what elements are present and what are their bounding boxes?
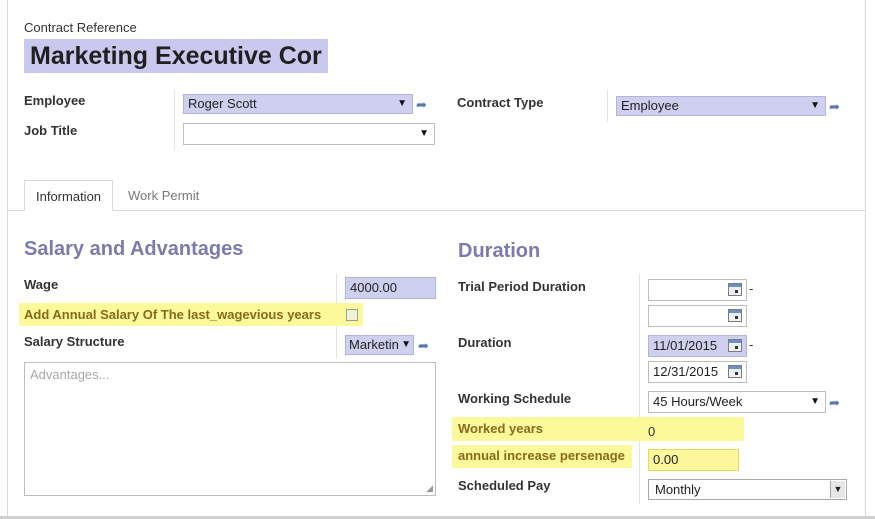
date-range-separator: -: [749, 281, 754, 296]
contract-type-select[interactable]: Employee ▼: [616, 96, 826, 116]
annual-increase-label: annual increase persenage: [458, 448, 625, 463]
job-title-select[interactable]: ▼: [183, 123, 435, 145]
external-link-icon[interactable]: ➦: [418, 339, 429, 353]
field-separator: [639, 274, 640, 504]
duration-start-value: 11/01/2015: [653, 338, 718, 353]
annual-increase-input[interactable]: 0.00: [648, 449, 739, 471]
annual-salary-checkbox[interactable]: [346, 309, 358, 321]
advantages-textarea[interactable]: Advantages... ◢: [24, 362, 436, 496]
salary-section-title: Salary and Advantages: [24, 238, 244, 260]
chevron-down-icon: ▼: [810, 396, 820, 407]
form-frame-left: [7, 0, 8, 519]
contract-type-value: Employee: [621, 98, 679, 113]
scheduled-pay-label: Scheduled Pay: [458, 478, 551, 493]
contract-reference-label: Contract Reference: [24, 20, 137, 35]
working-schedule-value: 45 Hours/Week: [653, 394, 743, 409]
annual-salary-label: Add Annual Salary Of The last_wagevious …: [24, 307, 322, 322]
contract-type-label: Contract Type: [457, 95, 544, 110]
salary-structure-select[interactable]: Marketin ▼: [345, 335, 414, 355]
external-link-icon[interactable]: ➦: [829, 100, 840, 114]
chevron-down-icon: ▼: [830, 481, 845, 498]
scheduled-pay-select[interactable]: Monthly ▼: [648, 479, 847, 500]
employee-label: Employee: [24, 93, 86, 108]
chevron-down-icon: ▼: [419, 128, 429, 139]
field-separator: [607, 90, 608, 122]
employee-value: Roger Scott: [188, 96, 257, 111]
trial-end-date-input[interactable]: [648, 305, 747, 327]
chevron-down-icon: ▼: [397, 98, 407, 109]
calendar-icon[interactable]: [728, 283, 742, 296]
salary-structure-value: Marketin: [349, 337, 399, 352]
calendar-icon[interactable]: [728, 339, 742, 352]
wage-input[interactable]: 4000.00: [345, 277, 436, 299]
trial-period-label: Trial Period Duration: [458, 279, 586, 294]
advantages-placeholder: Advantages...: [30, 367, 110, 382]
wage-label: Wage: [24, 277, 59, 292]
duration-section-title: Duration: [458, 240, 541, 262]
trial-start-date-input[interactable]: [648, 279, 747, 301]
external-link-icon[interactable]: ➦: [416, 98, 427, 112]
date-range-separator: -: [749, 337, 754, 352]
worked-years-label: Worked years: [458, 421, 544, 436]
external-link-icon[interactable]: ➦: [829, 396, 840, 410]
chevron-down-icon: ▼: [810, 100, 820, 111]
salary-structure-label: Salary Structure: [24, 334, 125, 349]
duration-end-date-input[interactable]: 12/31/2015: [648, 361, 747, 383]
duration-label: Duration: [458, 335, 512, 350]
working-schedule-select[interactable]: 45 Hours/Week ▼: [648, 391, 826, 413]
form-frame-right: [865, 0, 866, 519]
worked-years-value: 0: [648, 424, 656, 439]
resize-grip-icon[interactable]: ◢: [426, 483, 433, 494]
job-title-label: Job Title: [24, 123, 78, 138]
tab-work-permit[interactable]: Work Permit: [128, 180, 199, 211]
chevron-down-icon: ▼: [401, 339, 411, 350]
employee-select[interactable]: Roger Scott ▼: [183, 94, 413, 114]
calendar-icon[interactable]: [728, 309, 742, 322]
scheduled-pay-value: Monthly: [655, 482, 701, 497]
field-separator: [174, 90, 175, 150]
calendar-icon[interactable]: [728, 365, 742, 378]
working-schedule-label: Working Schedule: [458, 391, 572, 406]
duration-start-date-input[interactable]: 11/01/2015: [648, 335, 747, 357]
duration-end-value: 12/31/2015: [653, 364, 719, 379]
tab-information[interactable]: Information: [24, 180, 114, 211]
contract-title-field[interactable]: Marketing Executive Cor: [24, 39, 328, 73]
